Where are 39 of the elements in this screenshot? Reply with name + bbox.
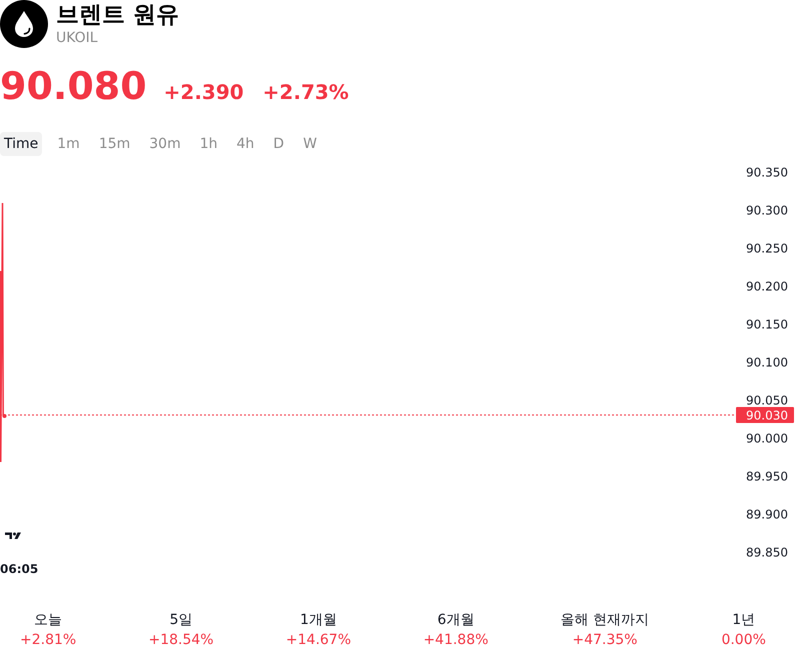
period-change: +14.67% (286, 631, 352, 650)
interval-tab[interactable]: 15m (94, 132, 134, 156)
period-change: +47.35% (572, 631, 638, 650)
axis-label: 89.900 (746, 508, 788, 522)
period-change: +2.81% (20, 631, 76, 650)
axis-label: 90.050 (746, 394, 788, 408)
interval-tab[interactable]: 4h (232, 132, 258, 156)
axis-label: 89.850 (746, 546, 788, 560)
period-label: 올해 현재까지 (560, 611, 650, 630)
axis-label: 90.150 (746, 318, 788, 332)
time-label: 06:05 (0, 562, 38, 576)
interval-tab[interactable]: Time (0, 132, 42, 156)
period-label: 1년 (732, 611, 756, 630)
period-label: 1개월 (300, 611, 337, 630)
interval-tab[interactable]: 30m (145, 132, 185, 156)
price-change: +2.390 (164, 80, 244, 104)
price-tag: 90.030 (736, 407, 794, 423)
period-label: 오늘 (34, 611, 62, 630)
percent-change: +2.73% (262, 80, 349, 104)
axis-label: 90.000 (746, 432, 788, 446)
instrument-title: 브렌트 원유 (56, 1, 180, 29)
axis-label: 89.950 (746, 470, 788, 484)
drop-icon (0, 0, 48, 48)
period-label: 5일 (170, 611, 193, 630)
axis-label: 90.350 (746, 166, 788, 180)
interval-tab[interactable]: 1h (196, 132, 222, 156)
interval-tab[interactable]: 1m (53, 132, 84, 156)
interval-tab[interactable]: W (299, 132, 321, 156)
interval-tab[interactable]: D (269, 132, 288, 156)
axis-label: 90.250 (746, 242, 788, 256)
last-price: 90.080 (0, 67, 147, 105)
axis-label: 90.100 (746, 356, 788, 370)
axis-label: 90.300 (746, 204, 788, 218)
period-change: +41.88% (423, 631, 488, 650)
period-change: 0.00% (721, 631, 766, 650)
period-change: +18.54% (148, 631, 214, 650)
axis-label: 90.200 (746, 280, 788, 294)
ticker-symbol: UKOIL (56, 29, 99, 47)
period-label: 6개월 (437, 611, 474, 630)
